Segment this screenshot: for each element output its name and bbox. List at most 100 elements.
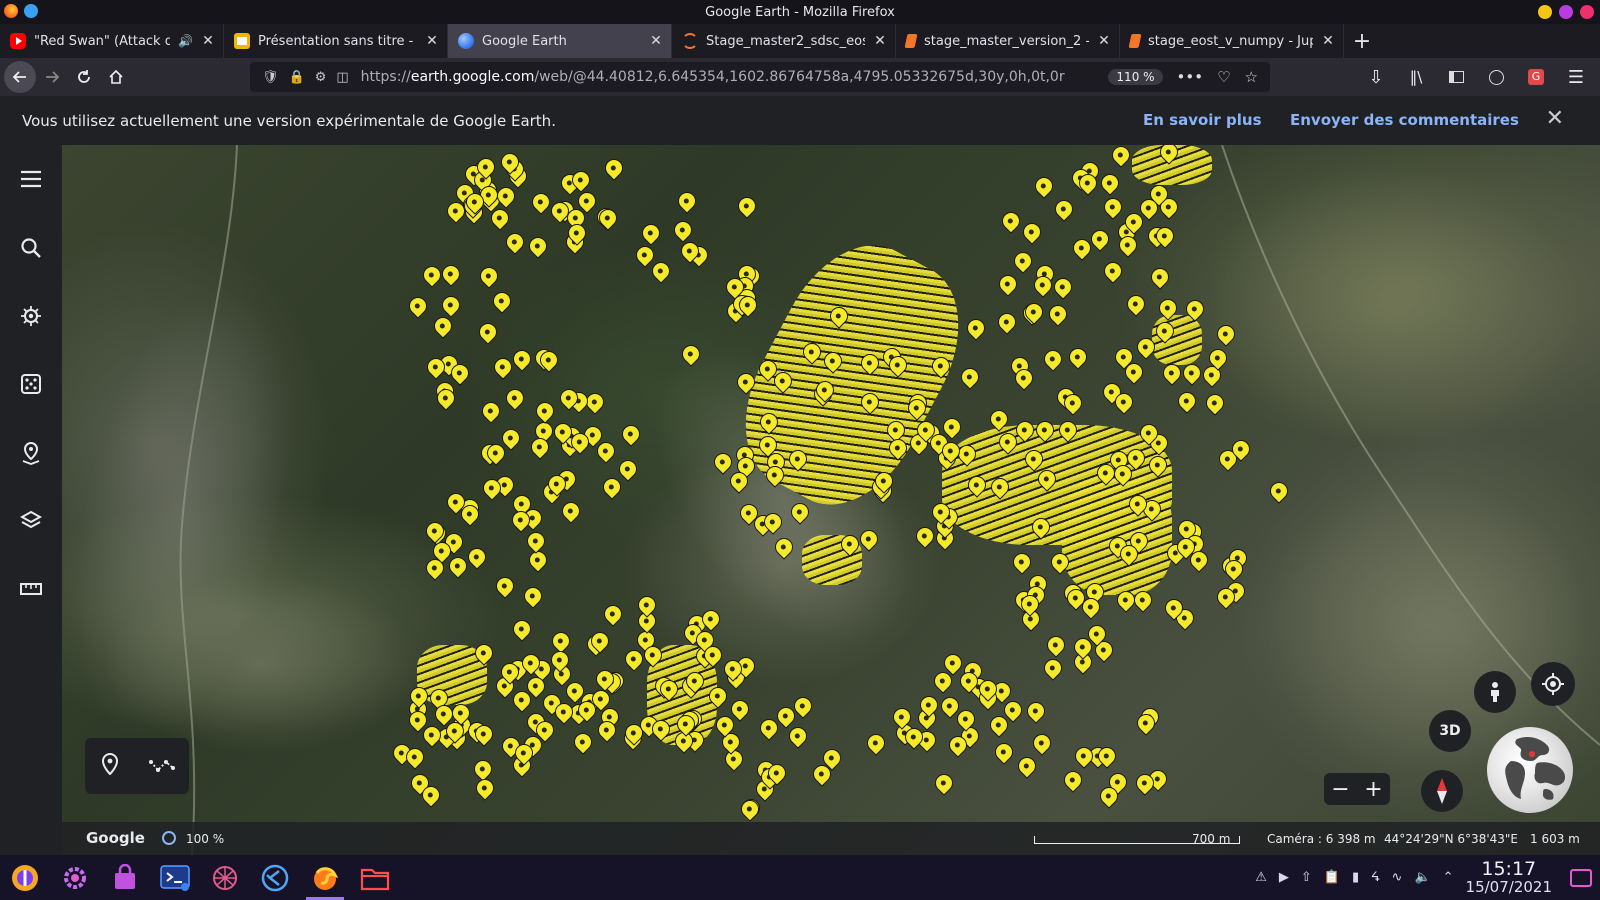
terminal-app[interactable] (150, 855, 200, 900)
earth-map-view[interactable] (62, 145, 1600, 855)
back-button[interactable] (4, 61, 36, 93)
vscode-app[interactable] (250, 855, 300, 900)
notification-icon[interactable]: ⚠ (1255, 870, 1267, 885)
scale-label: 700 m (1192, 832, 1231, 846)
search-button[interactable] (15, 232, 47, 264)
bluetooth-icon[interactable]: ᖧ (1371, 870, 1379, 885)
feeling-lucky-button[interactable] (15, 368, 47, 400)
media-icon[interactable]: ▶ (1279, 870, 1289, 885)
shield-icon[interactable]: 🛡 (262, 70, 279, 85)
url-bar[interactable]: 🛡 🔒 ⚙ ◫ https://earth.google.com/web/@44… (250, 62, 1270, 92)
pocket-icon[interactable]: ♡ (1217, 68, 1230, 86)
network-app[interactable] (200, 855, 250, 900)
close-window-button[interactable] (1580, 5, 1594, 19)
camera-blocked-icon[interactable]: ◫ (336, 70, 348, 85)
tab-close-icon[interactable]: ✕ (873, 33, 887, 49)
tab-title: stage_eost_v_numpy - Jupy (1148, 33, 1313, 49)
menu-button[interactable] (15, 163, 47, 195)
minimize-button[interactable] (1538, 5, 1552, 19)
notice-text: Vous utilisez actuellement une version e… (22, 111, 556, 130)
sidebar-button[interactable] (1440, 61, 1472, 93)
tab-title: "Red Swan" (Attack on T (34, 33, 170, 49)
new-tab-button[interactable]: + (1344, 24, 1380, 58)
app-menu-button[interactable]: ☰ (1560, 61, 1592, 93)
tab-notebook-1[interactable]: stage_master_version_2 - J ✕ (896, 24, 1120, 58)
home-button[interactable] (100, 61, 132, 93)
tab-jupyter-tree[interactable]: Stage_master2_sdsc_eost/ ✕ (672, 24, 896, 58)
lock-icon[interactable]: 🔒 (289, 70, 305, 85)
youtube-icon (10, 33, 26, 49)
volume-icon[interactable]: 🔈 (1414, 870, 1430, 885)
firefox-icon (314, 866, 339, 890)
download-icon: ⇩ (1368, 66, 1384, 88)
downloads-button[interactable]: ⇩ (1360, 61, 1392, 93)
home-icon (109, 69, 123, 84)
cursor-coordinates: 44°24'29"N 6°38'43"E (1384, 832, 1518, 846)
pin-window-icon[interactable] (24, 4, 38, 18)
reload-icon (78, 70, 90, 83)
projects-button[interactable] (15, 437, 47, 469)
tab-close-icon[interactable]: ✕ (425, 33, 439, 49)
add-placemark-button[interactable] (100, 752, 120, 779)
battery-icon[interactable]: ▮ (1352, 870, 1359, 885)
zoom-level-badge[interactable]: 110 % (1108, 69, 1163, 85)
send-feedback-link[interactable]: Envoyer des commentaires (1290, 111, 1519, 129)
voyager-icon (21, 306, 41, 326)
measure-icon (20, 583, 42, 595)
globe-continents-icon (1505, 737, 1566, 800)
page-actions-icon[interactable]: ••• (1177, 68, 1204, 86)
zoom-out-button[interactable]: − (1331, 777, 1349, 802)
show-desktop-icon[interactable] (1570, 868, 1592, 887)
learn-more-link[interactable]: En savoir plus (1143, 111, 1262, 129)
tab-close-icon[interactable]: ✕ (201, 33, 215, 49)
system-tray: ⚠ ▶ ⇧ 📋 ▮ ᖧ ∿ 🔈 ⌃ 15:17 15/07/2021 (1255, 855, 1600, 900)
toggle-3d-button[interactable]: 3D (1429, 710, 1471, 752)
store-app[interactable] (100, 855, 150, 900)
reload-button[interactable] (68, 61, 100, 93)
files-app[interactable] (350, 855, 400, 900)
close-notice-icon[interactable]: ✕ (1546, 106, 1564, 131)
feeling-lucky-icon (21, 374, 41, 394)
tab-slides[interactable]: Présentation sans titre - G ✕ (224, 24, 448, 58)
url-text[interactable]: https://earth.google.com/web/@44.40812,6… (361, 69, 1109, 85)
clock-time: 15:17 (1481, 857, 1537, 880)
settings-app[interactable] (50, 855, 100, 900)
tab-close-icon[interactable]: ✕ (1321, 33, 1335, 49)
permissions-icon[interactable]: ⚙ (315, 70, 327, 85)
tab-google-earth[interactable]: Google Earth ✕ (448, 24, 672, 58)
tab-notebook-2[interactable]: stage_eost_v_numpy - Jupy ✕ (1120, 24, 1344, 58)
tab-close-icon[interactable]: ✕ (1097, 33, 1111, 49)
speaker-icon[interactable]: 🔊 (178, 34, 193, 48)
clock[interactable]: 15:17 15/07/2021 (1466, 857, 1552, 896)
voyager-button[interactable] (15, 300, 47, 332)
compass-button[interactable] (1421, 770, 1463, 812)
bookmark-star-icon[interactable]: ☆ (1245, 68, 1258, 86)
clipboard-icon[interactable]: 📋 (1324, 870, 1340, 885)
my-location-button[interactable] (1531, 662, 1575, 706)
forward-button[interactable] (36, 61, 68, 93)
extension-button[interactable]: G (1520, 61, 1552, 93)
tray-expand-icon[interactable]: ⌃ (1443, 870, 1454, 885)
start-menu-button[interactable] (0, 855, 50, 900)
slides-icon (234, 33, 250, 49)
zoom-in-button[interactable]: + (1364, 777, 1382, 802)
navigation-toolbar: 🛡 🔒 ⚙ ◫ https://earth.google.com/web/@44… (0, 58, 1600, 96)
firefox-app[interactable] (300, 855, 350, 900)
tab-close-icon[interactable]: ✕ (649, 33, 663, 49)
library-button[interactable]: ‖\ (1400, 61, 1432, 93)
maximize-button[interactable] (1559, 5, 1573, 19)
loading-percent: 100 % (186, 832, 225, 846)
loading-ring-icon (162, 831, 176, 845)
experimental-notice-bar: Vous utilisez actuellement une version e… (0, 96, 1600, 145)
wifi-icon[interactable]: ∿ (1392, 870, 1403, 885)
measure-button[interactable] (15, 573, 47, 605)
url-path: /web/@44.40812,6.645354,1602.86764758a,4… (534, 69, 1065, 85)
pegman-button[interactable] (1474, 671, 1516, 713)
placemark-cluster[interactable] (1062, 475, 1172, 595)
draw-path-button[interactable] (148, 757, 175, 776)
tab-youtube[interactable]: "Red Swan" (Attack on T 🔊 ✕ (0, 24, 224, 58)
account-button[interactable] (1480, 61, 1512, 93)
mini-globe[interactable] (1487, 727, 1573, 813)
map-style-button[interactable] (15, 505, 47, 537)
update-icon[interactable]: ⇧ (1301, 870, 1312, 885)
